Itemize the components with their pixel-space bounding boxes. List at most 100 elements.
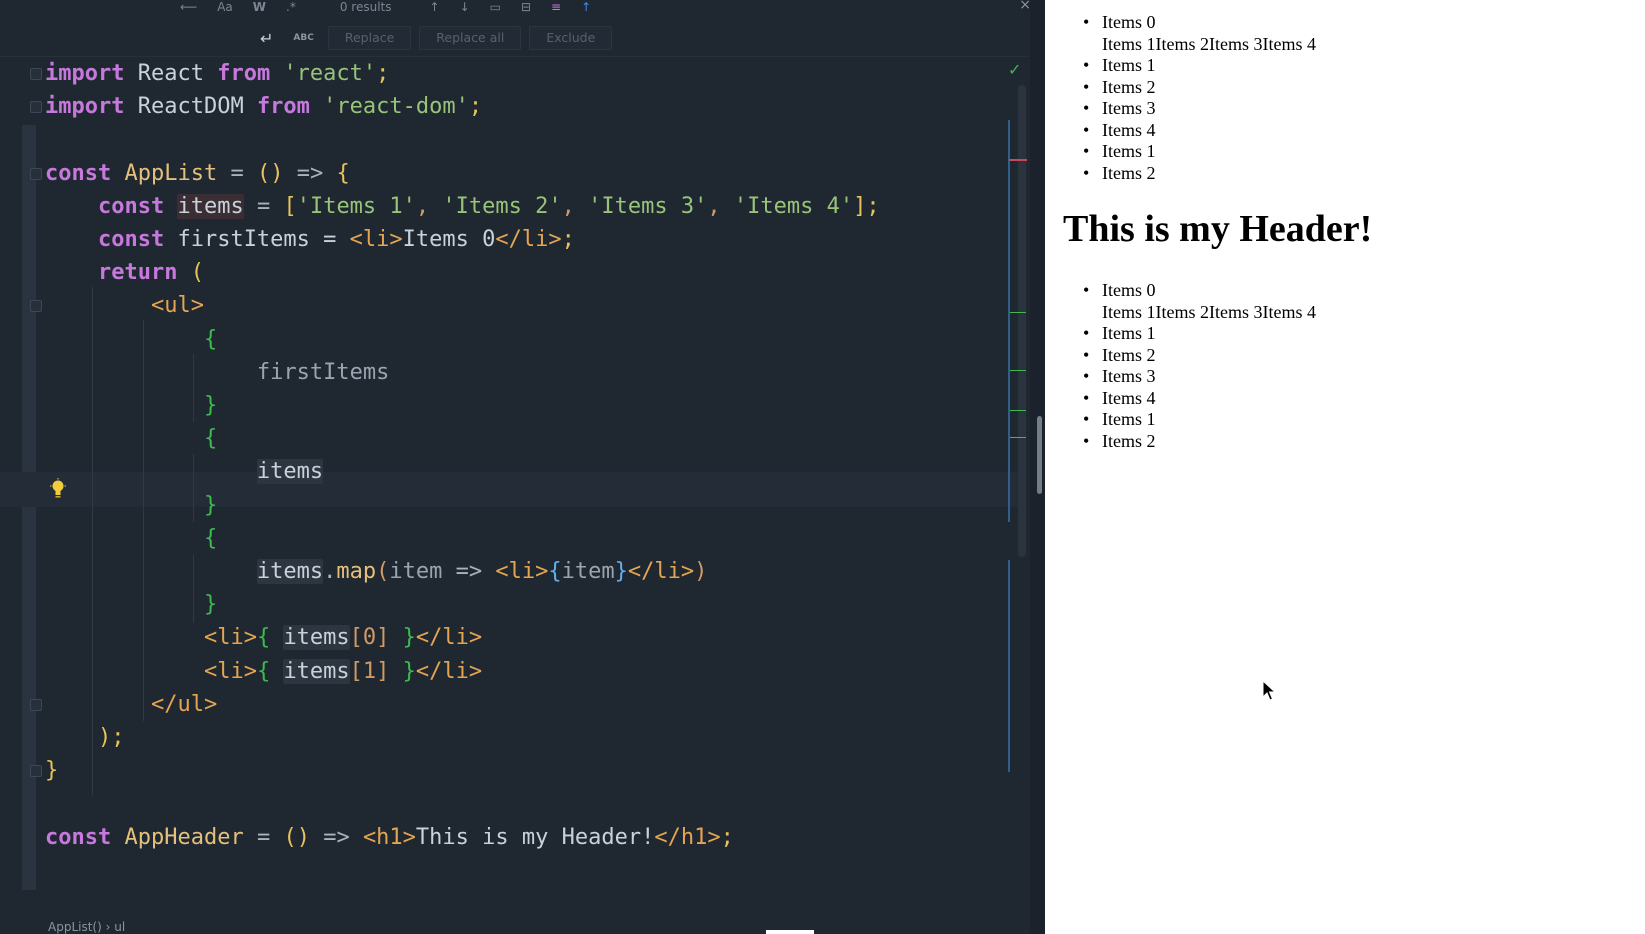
fold-icon[interactable] <box>30 101 42 114</box>
list-text: Items 1Items 2Items 3Items 4 <box>1102 301 1316 322</box>
fold-icon[interactable] <box>30 300 42 313</box>
code-token: , <box>415 193 443 219</box>
fold-icon[interactable] <box>30 68 42 80</box>
list-text: Items 1Items 2Items 3Items 4 <box>1102 33 1316 54</box>
code-token: ; <box>720 824 734 850</box>
preserve-case-icon[interactable]: ⊟ <box>521 1 531 13</box>
list-item: Items 2 <box>1045 163 1316 185</box>
previous-match-icon[interactable]: ↑ <box>430 1 440 13</box>
code-token: </li> <box>415 658 483 684</box>
splitter-handle[interactable] <box>1037 416 1042 494</box>
code-token: => <box>309 824 363 850</box>
code-token: const <box>45 824 112 850</box>
code-token: . <box>323 559 337 584</box>
code-token: 'Items 1' <box>296 193 416 219</box>
list-item: Items 1 <box>1045 323 1316 345</box>
code-token: ); <box>97 725 125 750</box>
fold-icon[interactable] <box>30 167 42 180</box>
code-line-text: } <box>45 753 58 788</box>
code-token: item <box>389 559 443 584</box>
regex-button[interactable]: .* <box>286 1 296 13</box>
replace-all-button[interactable]: Replace all <box>419 26 522 50</box>
find-in-selection-icon[interactable]: ▭ <box>490 1 501 13</box>
code-token: , <box>707 193 734 219</box>
code-token: items <box>283 658 350 684</box>
code-token: item <box>561 559 615 584</box>
code-line-text: <li>{ items[1] }</li> <box>45 654 482 689</box>
results-count: 0 results <box>339 0 392 14</box>
list-item: Items 1 <box>1045 409 1316 431</box>
code-token: 'Items 2' <box>442 193 562 219</box>
code-line-text: items.map(item => <li>{item}</li>) <box>45 554 707 589</box>
list-item: Items 2 <box>1045 345 1316 367</box>
code-line-text: import ReactDOM from 'react-dom'; <box>45 89 482 124</box>
code-token: items <box>283 625 350 651</box>
code-token: ReactDOM <box>124 94 257 120</box>
code-token: { <box>256 658 284 684</box>
exclude-button[interactable]: Exclude <box>529 26 613 50</box>
match-case-button[interactable]: Aa <box>217 1 233 13</box>
next-match-icon[interactable]: ↓ <box>460 1 470 13</box>
code-token: </li> <box>415 625 483 651</box>
replace-button[interactable]: Replace <box>327 26 412 50</box>
code-token: items <box>256 459 324 485</box>
code-token: <h1> <box>362 824 416 850</box>
whole-word-button[interactable]: W <box>253 1 266 13</box>
replace-enter-icon[interactable]: ↵ <box>254 29 279 48</box>
code-token: firstItems <box>256 359 390 385</box>
code-line-text: const items = ['Items 1', 'Items 2', 'It… <box>45 189 880 224</box>
code-token: <li> <box>495 559 549 584</box>
pin-icon[interactable]: ↑ <box>581 1 591 13</box>
list-item: Items 0 <box>1045 280 1316 302</box>
code-token: ] <box>376 658 390 684</box>
list-item: Items 2 <box>1045 77 1316 99</box>
code-token: </h1> <box>654 824 721 850</box>
code-line-text: const firstItems = <li>Items 0</li>; <box>45 222 575 257</box>
code-token: [ <box>283 193 297 219</box>
code-line-text: <li>{ items[0] }</li> <box>45 620 482 655</box>
code-token: 'Items 3' <box>588 193 708 219</box>
code-token: 'react-dom' <box>323 94 469 120</box>
scrollbar[interactable] <box>1018 85 1026 557</box>
code-token: 1 <box>362 658 377 684</box>
code-line-text: { <box>45 521 217 556</box>
code-token: ( <box>376 559 390 584</box>
code-token: ; <box>468 94 483 120</box>
fold-icon[interactable] <box>30 698 42 711</box>
fold-icon[interactable] <box>30 765 42 778</box>
breadcrumb[interactable]: AppList() › ul <box>48 920 125 934</box>
code-line-text: items <box>45 454 324 489</box>
code-editor[interactable]: ⟵ Aa W .* 0 results ↑ ↓ ▭ ⊟ ≡ ↑ × ↵ ABC … <box>0 0 1045 934</box>
code-token: { <box>256 625 284 651</box>
list-item: Items 2 <box>1045 431 1316 453</box>
back-arrow-icon[interactable]: ⟵ <box>180 1 197 13</box>
code-line-text: const AppList = () => { <box>45 156 350 191</box>
list-item: Items 1 <box>1045 55 1316 77</box>
list-item: Items 0 <box>1045 12 1316 34</box>
code-token: { <box>203 326 218 352</box>
preserve-case-button[interactable]: ABC <box>287 33 319 43</box>
code-token: from <box>217 61 271 86</box>
code-line-text: { <box>45 421 217 456</box>
filter-icon[interactable]: ≡ <box>551 1 561 13</box>
code-token: = <box>243 193 284 219</box>
code-token: <li> <box>203 658 257 684</box>
code-token: AppHeader <box>124 824 244 850</box>
code-line-text: } <box>45 587 217 622</box>
check-icon: ✓ <box>1008 60 1022 79</box>
replace-toolbar-row: ↵ ABC Replace Replace all Exclude <box>254 26 613 50</box>
lightbulb-icon[interactable] <box>50 478 66 500</box>
list-item: Items 4 <box>1045 120 1316 142</box>
code-token: => <box>283 160 337 186</box>
added-marker <box>1010 410 1026 411</box>
